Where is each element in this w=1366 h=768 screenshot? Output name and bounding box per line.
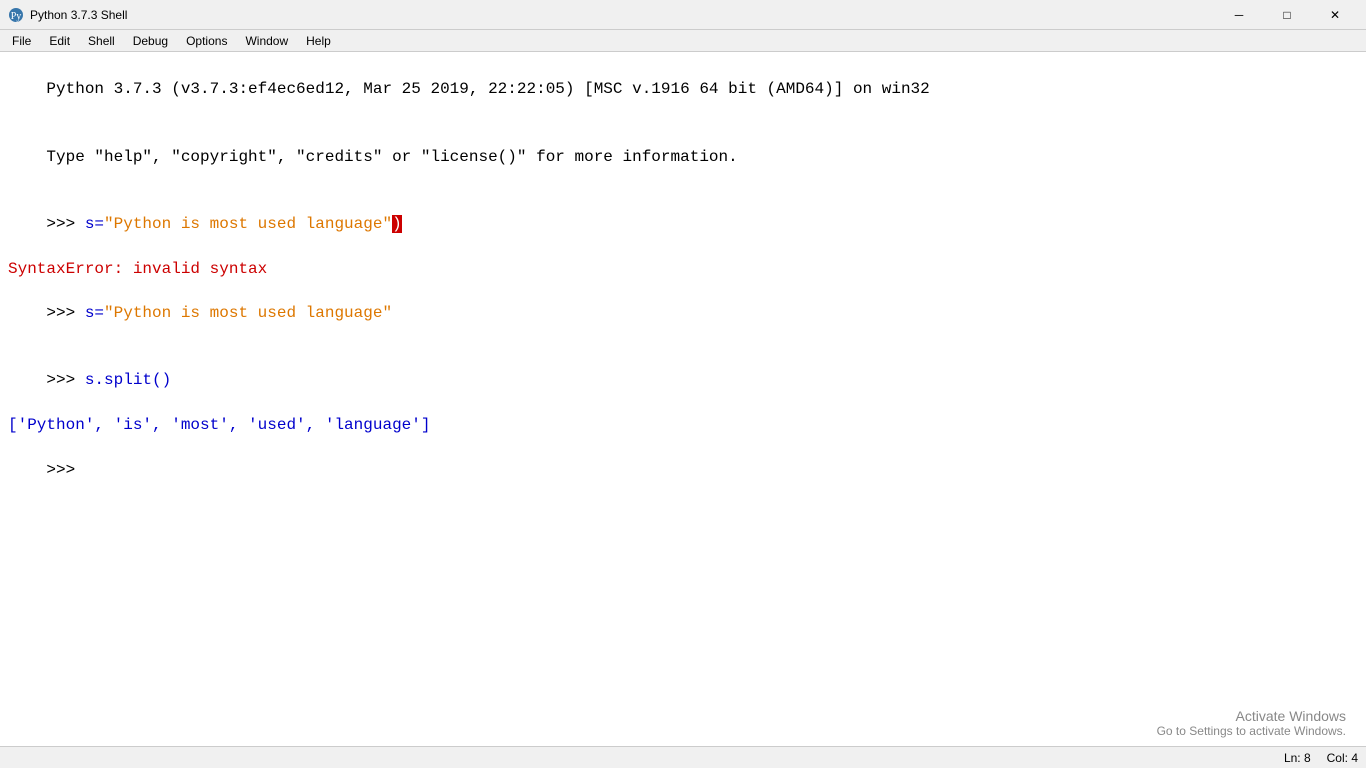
status-ln: Ln: 8	[1284, 751, 1311, 765]
menu-bar: File Edit Shell Debug Options Window Hel…	[0, 30, 1366, 52]
shell-line-2: Type "help", "copyright", "credits" or "…	[8, 123, 1358, 190]
menu-options[interactable]: Options	[178, 32, 235, 50]
shell-line-cmd3: >>> s.split()	[8, 347, 1358, 414]
menu-shell[interactable]: Shell	[80, 32, 123, 50]
menu-debug[interactable]: Debug	[125, 32, 176, 50]
cmd1-code: s="Python is most used language"	[85, 215, 392, 233]
window-title: Python 3.7.3 Shell	[30, 8, 127, 22]
shell-result: ['Python', 'is', 'most', 'used', 'langua…	[8, 414, 1358, 436]
cmd1-error-char: )	[392, 215, 402, 233]
close-button[interactable]: ✕	[1312, 0, 1358, 30]
menu-file[interactable]: File	[4, 32, 39, 50]
shell-line-1: Python 3.7.3 (v3.7.3:ef4ec6ed12, Mar 25 …	[8, 56, 1358, 123]
minimize-button[interactable]: ─	[1216, 0, 1262, 30]
title-bar-left: Py Python 3.7.3 Shell	[8, 7, 127, 23]
shell-line-cmd2: >>> s="Python is most used language"	[8, 280, 1358, 347]
menu-edit[interactable]: Edit	[41, 32, 78, 50]
shell-content[interactable]: Python 3.7.3 (v3.7.3:ef4ec6ed12, Mar 25 …	[0, 52, 1366, 746]
activate-line2: Go to Settings to activate Windows.	[1157, 724, 1346, 738]
prompt-3: >>>	[46, 371, 84, 389]
status-col: Col: 4	[1327, 751, 1358, 765]
prompt-1: >>>	[46, 215, 84, 233]
status-bar: Ln: 8 Col: 4	[0, 746, 1366, 768]
python-icon: Py	[8, 7, 24, 23]
activate-watermark: Activate Windows Go to Settings to activ…	[1157, 708, 1346, 738]
maximize-button[interactable]: □	[1264, 0, 1310, 30]
menu-help[interactable]: Help	[298, 32, 339, 50]
title-bar-controls: ─ □ ✕	[1216, 0, 1358, 30]
svg-text:Py: Py	[11, 11, 22, 22]
cmd2-code: s="Python is most used language"	[85, 304, 392, 322]
menu-window[interactable]: Window	[237, 32, 296, 50]
prompt-4: >>>	[46, 461, 84, 479]
cmd3-code: s.split()	[85, 371, 171, 389]
title-bar: Py Python 3.7.3 Shell ─ □ ✕	[0, 0, 1366, 30]
activate-line1: Activate Windows	[1157, 708, 1346, 724]
shell-syntax-error: SyntaxError: invalid syntax	[8, 258, 1358, 280]
prompt-2: >>>	[46, 304, 84, 322]
shell-prompt-final[interactable]: >>>	[8, 437, 1358, 504]
shell-line-cmd1: >>> s="Python is most used language")	[8, 190, 1358, 257]
